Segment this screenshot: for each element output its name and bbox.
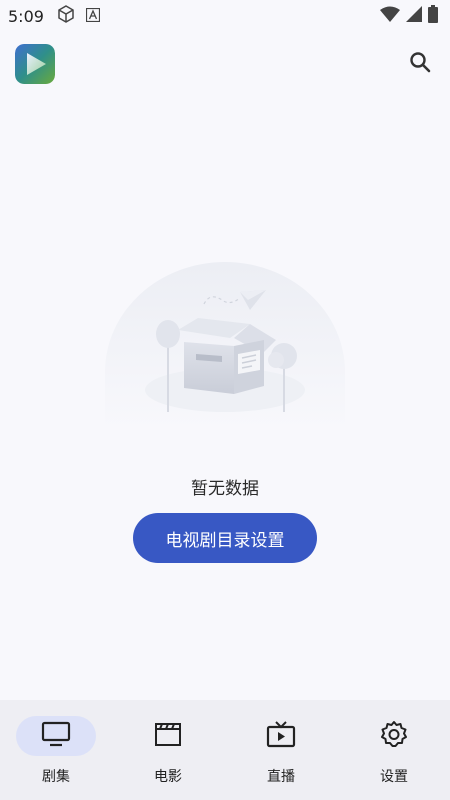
search-icon <box>408 50 432 78</box>
nav-label: 直播 <box>267 769 295 785</box>
app-bar <box>0 44 450 88</box>
clapperboard-icon <box>154 721 182 751</box>
status-time: 5:09 <box>8 6 44 26</box>
status-bar: 5:09 <box>0 0 450 32</box>
status-right-icons <box>380 5 438 27</box>
search-button[interactable] <box>406 50 434 78</box>
nav-icon-container <box>354 716 434 756</box>
empty-box-icon <box>100 262 350 432</box>
nav-item-live[interactable]: 直播 <box>241 716 321 786</box>
nav-item-settings[interactable]: 设置 <box>354 716 434 786</box>
nav-label: 设置 <box>380 769 408 785</box>
cube-icon <box>56 4 76 28</box>
empty-message: 暂无数据 <box>191 479 259 499</box>
nav-label: 电影 <box>154 769 182 785</box>
play-logo-icon[interactable] <box>15 44 55 84</box>
gear-icon <box>380 720 408 752</box>
wifi-icon <box>380 6 400 26</box>
bottom-nav: 剧集 电影 直播 设置 <box>0 700 450 800</box>
tv-directory-settings-button[interactable]: 电视剧目录设置 <box>133 513 317 563</box>
tv-icon <box>41 721 71 751</box>
nav-label: 剧集 <box>42 769 70 785</box>
nav-item-movies[interactable]: 电影 <box>128 716 208 786</box>
a-badge-icon <box>85 7 101 26</box>
nav-icon-container <box>16 716 96 756</box>
nav-item-tv-series[interactable]: 剧集 <box>16 716 96 786</box>
status-left-icons <box>56 4 101 28</box>
battery-icon <box>428 5 438 27</box>
nav-icon-container <box>241 716 321 756</box>
signal-icon <box>406 6 422 26</box>
live-tv-icon <box>266 720 296 752</box>
nav-icon-container <box>128 716 208 756</box>
